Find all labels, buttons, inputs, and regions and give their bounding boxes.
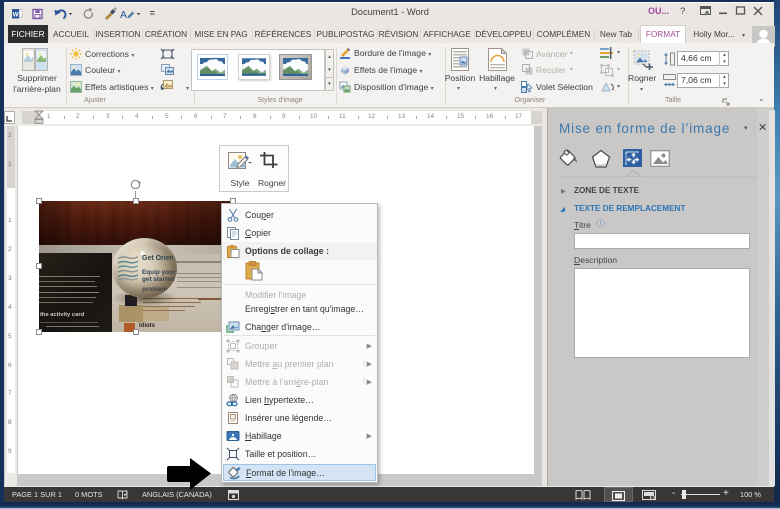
svg-text:W: W: [13, 11, 20, 18]
svg-text:A: A: [120, 9, 127, 21]
